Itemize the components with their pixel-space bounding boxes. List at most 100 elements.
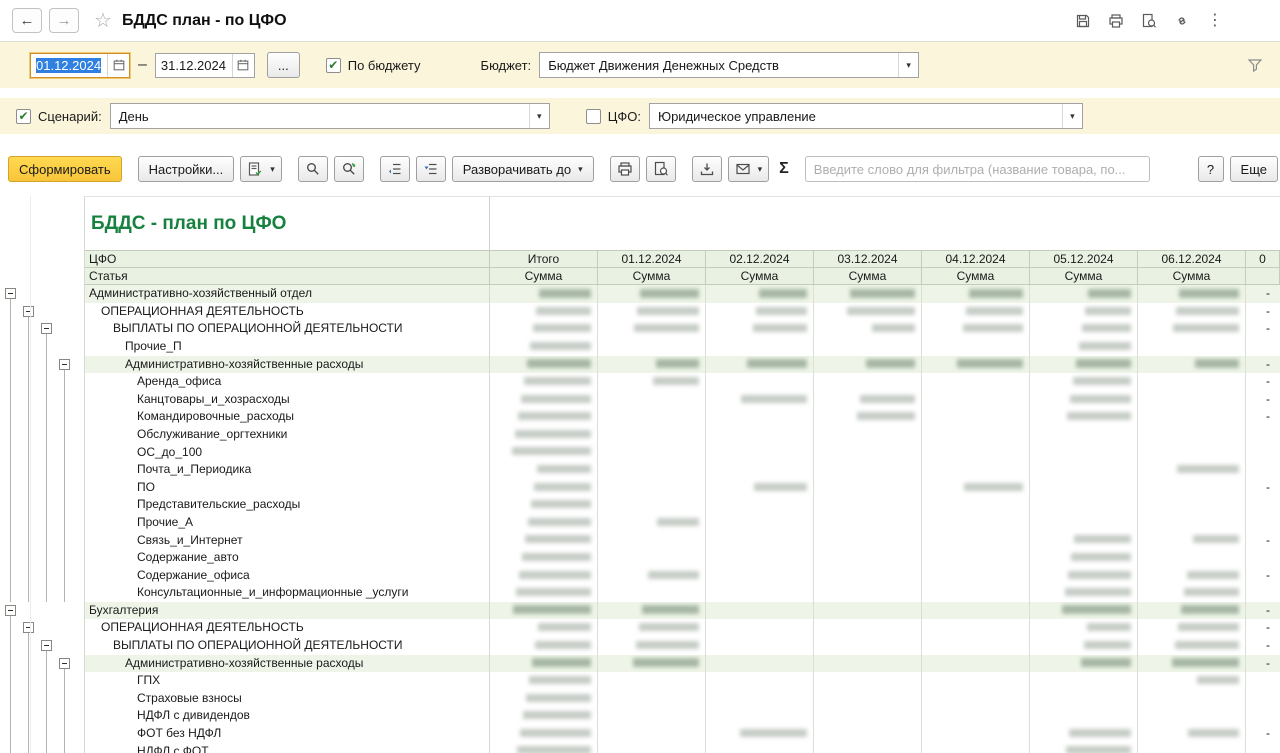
value-cell[interactable] <box>706 743 814 753</box>
value-cell[interactable] <box>706 391 814 409</box>
value-cell[interactable] <box>706 285 814 303</box>
period-picker-button[interactable]: ... <box>267 52 300 78</box>
value-cell[interactable] <box>1138 356 1246 374</box>
value-cell[interactable] <box>814 303 922 321</box>
calendar-icon[interactable] <box>232 54 254 77</box>
row-label[interactable]: ОС_до_100 <box>85 444 490 462</box>
value-cell[interactable] <box>922 690 1030 708</box>
value-cell[interactable] <box>1030 690 1138 708</box>
report-variants-button[interactable]: ▾ <box>240 156 282 182</box>
value-cell[interactable] <box>706 619 814 637</box>
value-cell[interactable] <box>814 408 922 426</box>
value-cell[interactable] <box>1138 303 1246 321</box>
value-cell[interactable] <box>706 655 814 673</box>
by-budget-label[interactable]: По бюджету <box>348 58 421 73</box>
value-cell[interactable] <box>922 725 1030 743</box>
value-cell[interactable] <box>1030 338 1138 356</box>
value-cell[interactable] <box>598 743 706 753</box>
value-cell[interactable] <box>706 444 814 462</box>
value-cell[interactable] <box>922 338 1030 356</box>
value-cell[interactable] <box>1138 426 1246 444</box>
value-cell[interactable] <box>1030 303 1138 321</box>
tree-collapse-icon[interactable] <box>23 622 34 633</box>
by-budget-checkbox[interactable]: ✔ <box>326 58 341 73</box>
date-to-field[interactable]: 31.12.2024 <box>155 53 255 78</box>
value-cell[interactable] <box>1030 567 1138 585</box>
value-cell[interactable] <box>1138 655 1246 673</box>
value-cell[interactable] <box>814 461 922 479</box>
value-cell[interactable] <box>1030 356 1138 374</box>
row-label[interactable]: Канцтовары_и_хозрасходы <box>85 391 490 409</box>
value-cell[interactable] <box>814 373 922 391</box>
value-cell[interactable] <box>814 584 922 602</box>
value-cell[interactable] <box>922 584 1030 602</box>
value-cell[interactable] <box>706 637 814 655</box>
row-label[interactable]: Содержание_авто <box>85 549 490 567</box>
value-cell[interactable] <box>598 356 706 374</box>
value-cell[interactable] <box>814 655 922 673</box>
row-label[interactable]: Содержание_офиса <box>85 567 490 585</box>
print-preview-button[interactable] <box>646 156 676 182</box>
row-label[interactable]: ГПХ <box>85 672 490 690</box>
value-cell[interactable] <box>814 532 922 550</box>
value-cell[interactable] <box>706 479 814 497</box>
value-cell[interactable] <box>1138 338 1246 356</box>
value-cell[interactable] <box>706 532 814 550</box>
value-cell[interactable] <box>490 549 598 567</box>
value-cell[interactable] <box>1030 444 1138 462</box>
value-cell[interactable] <box>490 303 598 321</box>
value-cell[interactable] <box>490 743 598 753</box>
value-cell[interactable] <box>598 461 706 479</box>
value-cell[interactable] <box>922 444 1030 462</box>
value-cell[interactable] <box>922 549 1030 567</box>
value-cell[interactable] <box>922 408 1030 426</box>
value-cell[interactable] <box>598 320 706 338</box>
value-cell[interactable] <box>814 567 922 585</box>
value-cell[interactable] <box>1030 408 1138 426</box>
value-cell[interactable] <box>706 725 814 743</box>
value-cell[interactable] <box>922 356 1030 374</box>
value-cell[interactable] <box>1138 743 1246 753</box>
value-cell[interactable] <box>1138 619 1246 637</box>
row-label[interactable]: Бухгалтерия <box>85 602 490 620</box>
value-cell[interactable] <box>598 514 706 532</box>
row-label[interactable]: Представительские_расходы <box>85 496 490 514</box>
calendar-icon[interactable] <box>107 54 129 77</box>
value-cell[interactable] <box>922 743 1030 753</box>
value-cell[interactable] <box>706 320 814 338</box>
value-cell[interactable] <box>1030 391 1138 409</box>
back-button[interactable]: ← <box>12 8 42 33</box>
value-cell[interactable] <box>490 338 598 356</box>
value-cell[interactable] <box>1030 619 1138 637</box>
value-cell[interactable] <box>1138 549 1246 567</box>
value-cell[interactable] <box>814 743 922 753</box>
value-cell[interactable] <box>598 549 706 567</box>
value-cell[interactable] <box>922 479 1030 497</box>
value-cell[interactable] <box>814 444 922 462</box>
value-cell[interactable] <box>1030 549 1138 567</box>
chevron-down-icon[interactable]: ▾ <box>898 53 918 77</box>
value-cell[interactable] <box>1138 567 1246 585</box>
save-button[interactable] <box>1075 13 1091 29</box>
value-cell[interactable] <box>814 637 922 655</box>
row-label[interactable]: ВЫПЛАТЫ ПО ОПЕРАЦИОННОЙ ДЕЯТЕЛЬНОСТИ <box>85 637 490 655</box>
value-cell[interactable] <box>1138 514 1246 532</box>
value-cell[interactable] <box>706 408 814 426</box>
value-cell[interactable] <box>490 637 598 655</box>
value-cell[interactable] <box>814 285 922 303</box>
collapse-groups-button[interactable] <box>380 156 410 182</box>
sum-sigma-icon[interactable]: Σ <box>779 160 789 178</box>
value-cell[interactable] <box>490 672 598 690</box>
value-cell[interactable] <box>598 672 706 690</box>
row-label[interactable]: НДФЛ с дивидендов <box>85 707 490 725</box>
value-cell[interactable] <box>814 690 922 708</box>
value-cell[interactable] <box>1138 479 1246 497</box>
value-cell[interactable] <box>490 356 598 374</box>
value-cell[interactable] <box>598 479 706 497</box>
value-cell[interactable] <box>1030 479 1138 497</box>
value-cell[interactable] <box>706 672 814 690</box>
value-cell[interactable] <box>490 496 598 514</box>
value-cell[interactable] <box>1030 584 1138 602</box>
row-label[interactable]: Страховые взносы <box>85 690 490 708</box>
help-button[interactable]: ? <box>1198 156 1224 182</box>
